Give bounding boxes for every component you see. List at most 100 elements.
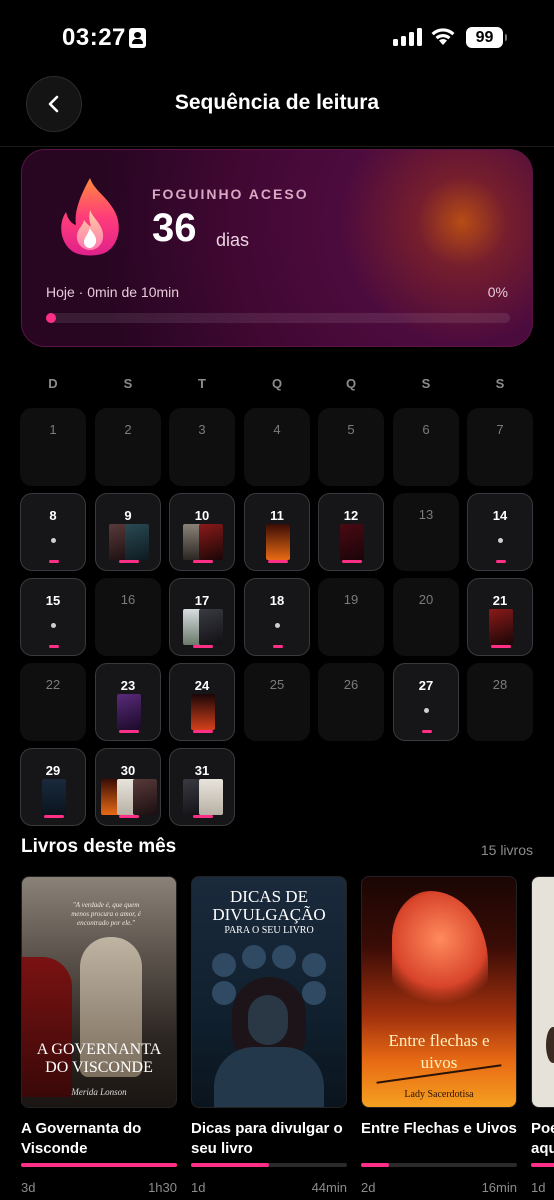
section-title: Livros deste mês: [21, 836, 177, 857]
reading-indicator: [342, 560, 362, 563]
book-cover-thumbnail: [199, 609, 223, 645]
book-cover-thumbnail: [117, 694, 141, 730]
reading-dot: [51, 623, 56, 628]
cellular-signal-icon: [393, 28, 423, 46]
calendar-day[interactable]: 19: [318, 578, 384, 656]
calendar-day-number: 30: [120, 763, 136, 778]
calendar-day[interactable]: 14: [467, 493, 533, 571]
calendar-day[interactable]: 5: [318, 408, 384, 486]
calendar-day[interactable]: 12: [318, 493, 384, 571]
today-progress-bar: [46, 313, 510, 323]
calendar-day[interactable]: 13: [393, 493, 459, 571]
calendar-day-number: 24: [194, 678, 210, 693]
calendar-day-number: 26: [343, 677, 359, 692]
book-time: 44min: [311, 1180, 347, 1195]
weekday-label: S: [421, 376, 431, 391]
book-time: 1h30: [148, 1180, 177, 1195]
book-days: 1d: [191, 1180, 206, 1195]
calendar-day[interactable]: 29: [20, 748, 86, 826]
calendar-day[interactable]: 22: [20, 663, 86, 741]
streak-days-count: 36: [152, 206, 197, 250]
calendar-day-number: 20: [418, 592, 434, 607]
book-progress-bar: [21, 1163, 177, 1167]
calendar-day[interactable]: 26: [318, 663, 384, 741]
cover-author: Lady Sacerdotisa: [404, 1089, 474, 1100]
calendar-day[interactable]: 1: [20, 408, 86, 486]
today-progress-percent: 0%: [487, 284, 508, 300]
calendar-day-number: 31: [194, 763, 210, 778]
calendar-day[interactable]: 10: [169, 493, 235, 571]
calendar-day[interactable]: 9: [95, 493, 161, 571]
weekday-label: D: [48, 376, 58, 391]
battery-icon: 99: [466, 27, 507, 48]
calendar-day[interactable]: 4: [244, 408, 310, 486]
calendar-day[interactable]: 2: [95, 408, 161, 486]
book-cover: DICAS DE DIVULGAÇÃO PARA O SEU LIVRO: [191, 876, 347, 1108]
wifi-icon: [431, 28, 455, 45]
cover-title-3: PARA O SEU LIVRO: [224, 925, 314, 936]
reading-indicator: [268, 560, 288, 563]
calendar-day[interactable]: 3: [169, 408, 235, 486]
book-progress-fill: [361, 1163, 390, 1167]
book-cover: "A verdade é, que quem menos procura o a…: [21, 876, 177, 1108]
today-progress-text: Hoje · 0min de 10min: [46, 284, 180, 300]
book-title: Poe aqu: [531, 1120, 554, 1157]
calendar-day[interactable]: 15: [20, 578, 86, 656]
calendar-day-number: 9: [124, 508, 132, 523]
book-days: 3d: [21, 1180, 36, 1195]
calendar-day-number: 19: [343, 592, 359, 607]
calendar-day-number: 3: [198, 422, 206, 437]
calendar-day[interactable]: 30: [95, 748, 161, 826]
calendar-day-number: 14: [492, 508, 508, 523]
cover-quote: "A verdade é, que quem menos procura o a…: [71, 901, 141, 927]
calendar-day[interactable]: 25: [244, 663, 310, 741]
calendar-day[interactable]: 16: [95, 578, 161, 656]
calendar-day[interactable]: 7: [467, 408, 533, 486]
book-cover-thumbnail: [266, 524, 290, 560]
calendar-day[interactable]: 21: [467, 578, 533, 656]
calendar-day[interactable]: 8: [20, 493, 86, 571]
calendar-day[interactable]: 23: [95, 663, 161, 741]
reading-indicator: [496, 560, 506, 563]
calendar-day[interactable]: 28: [467, 663, 533, 741]
book-cover-thumbnail: [42, 779, 66, 815]
calendar-day-number: 10: [194, 508, 210, 523]
cover-title-2: DIVULGAÇÃO: [212, 905, 326, 924]
calendar-day[interactable]: 6: [393, 408, 459, 486]
today-progress-fill: [46, 313, 56, 323]
books-count: 15 livros: [480, 842, 533, 858]
reading-dot: [51, 538, 56, 543]
calendar-day[interactable]: 18: [244, 578, 310, 656]
cover-title-2: DO VISCONDE: [45, 1059, 153, 1076]
book-card[interactable]: Poe aqu 1d: [531, 876, 554, 1200]
book-title: Entre Flechas e Uivos: [361, 1120, 517, 1137]
calendar-day[interactable]: 27: [393, 663, 459, 741]
reading-indicator: [49, 645, 59, 648]
reading-indicator: [119, 560, 139, 563]
cover-wolf: [392, 891, 488, 1011]
calendar-day[interactable]: 24: [169, 663, 235, 741]
page-title: Sequência de leitura: [174, 91, 380, 114]
weekday-label: S: [123, 376, 133, 391]
book-cover-thumbnail: [489, 609, 513, 645]
weekday-label: T: [198, 376, 206, 391]
calendar-day-number: 2: [124, 422, 132, 437]
book-title: A Governanta do Visconde: [21, 1120, 142, 1157]
calendar-day[interactable]: 17: [169, 578, 235, 656]
status-bar: 03:27 99: [0, 0, 554, 70]
calendar-day-number: 1: [49, 422, 57, 437]
header-divider: [0, 146, 554, 147]
calendar-day-number: 27: [418, 678, 434, 693]
book-cover-thumbnail: [191, 694, 215, 730]
calendar-day-number: 29: [45, 763, 61, 778]
status-time: 03:27: [62, 24, 126, 51]
calendar-day[interactable]: 20: [393, 578, 459, 656]
calendar-day[interactable]: 31: [169, 748, 235, 826]
calendar-day-number: 7: [496, 422, 504, 437]
book-progress-bar: [361, 1163, 517, 1167]
streak-days-unit: dias: [216, 230, 250, 250]
calendar-day[interactable]: 11: [244, 493, 310, 571]
book-time: 16min: [481, 1180, 517, 1195]
book-cover-thumbnail: [125, 524, 149, 560]
book-progress-fill: [21, 1163, 177, 1167]
